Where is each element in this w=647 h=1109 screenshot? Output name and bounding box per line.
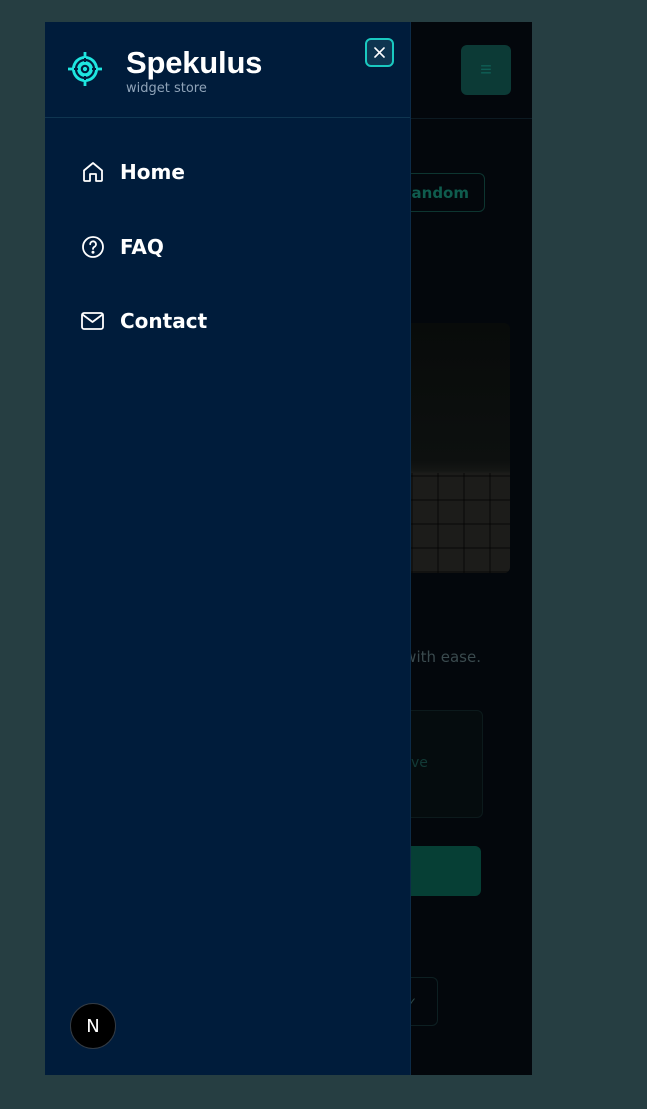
mail-icon xyxy=(79,308,106,335)
hamburger-menu-button[interactable]: ≡ xyxy=(461,45,511,95)
feature-card-text: ve xyxy=(411,755,428,771)
side-drawer: Spekulus widget store Home FAQ Contact N xyxy=(45,22,411,1075)
close-drawer-button[interactable] xyxy=(365,38,394,67)
app-viewport: ≡ Random with ease. ve ✓ Spekulus widget… xyxy=(45,22,532,1075)
nav-item-label: FAQ xyxy=(120,235,164,259)
help-circle-icon xyxy=(79,234,106,261)
drawer-header: Spekulus widget store xyxy=(45,22,410,118)
brand-name[interactable]: Spekulus xyxy=(126,45,262,81)
nav-item-contact[interactable]: Contact xyxy=(79,306,207,336)
home-icon xyxy=(79,159,106,186)
crosshair-target-icon xyxy=(67,50,103,88)
nextjs-logo-icon: N xyxy=(86,1015,100,1037)
nav-item-label: Home xyxy=(120,160,185,184)
nextjs-dev-badge[interactable]: N xyxy=(70,1003,116,1049)
nav-item-home[interactable]: Home xyxy=(79,157,185,187)
nav-item-label: Contact xyxy=(120,309,208,333)
nav-item-faq[interactable]: FAQ xyxy=(79,232,164,262)
close-icon xyxy=(374,47,385,58)
hamburger-menu-icon: ≡ xyxy=(480,58,492,81)
brand-tagline: widget store xyxy=(126,81,207,96)
